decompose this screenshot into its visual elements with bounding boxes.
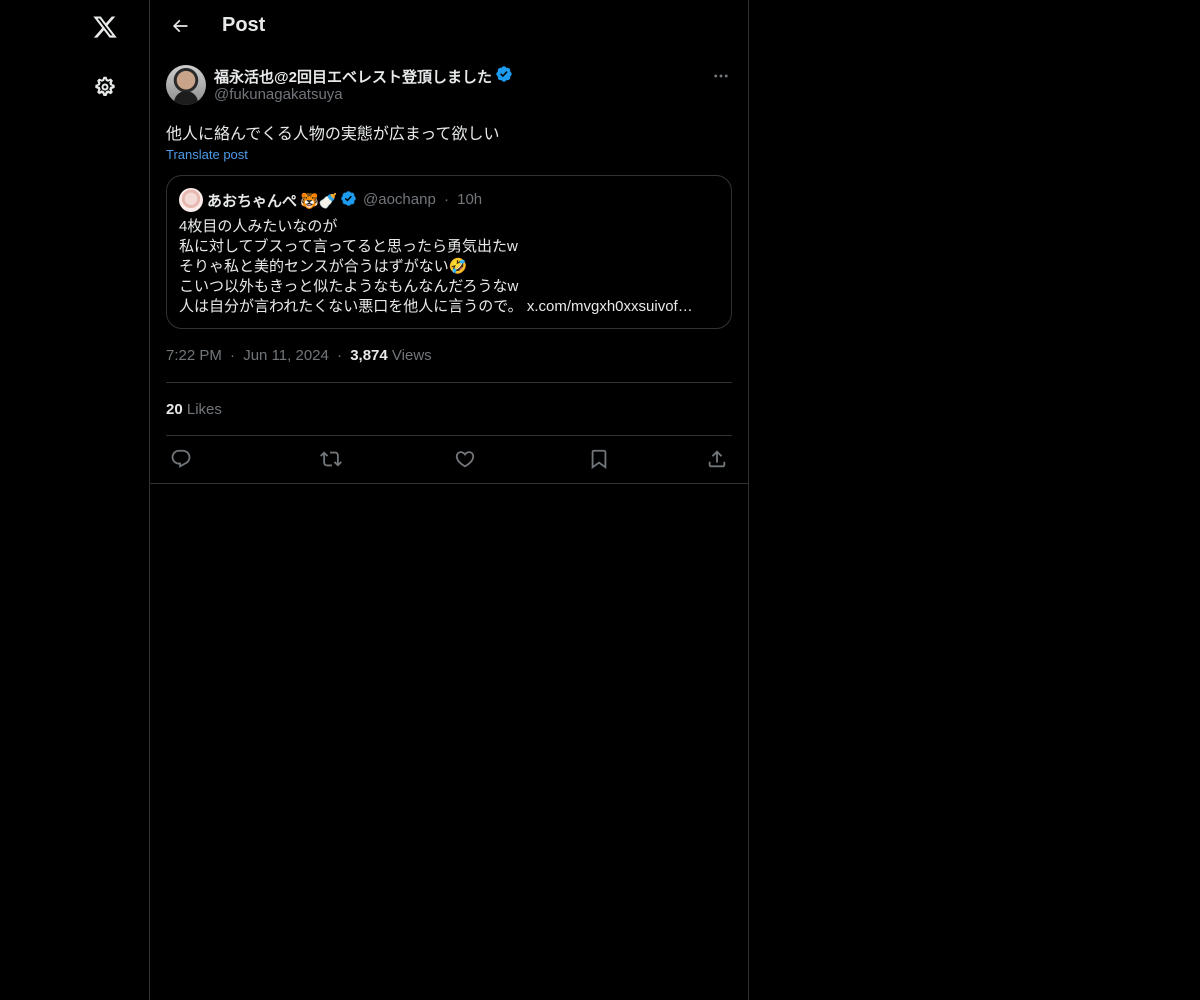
back-arrow-icon[interactable] — [162, 8, 198, 44]
quoted-text-line: 人は自分が言われたくない悪口を他人に言うので。 x.com/mvgxh0xxsu… — [179, 297, 719, 317]
separator-dot: · — [337, 347, 343, 364]
reply-icon[interactable] — [167, 447, 195, 471]
separator-dot: · — [443, 191, 449, 208]
quoted-author-name[interactable]: あおちゃんぺ 🐯🍼 — [207, 190, 357, 211]
quoted-link[interactable]: x.com/mvgxh0xxsuivof… — [527, 298, 693, 315]
quoted-author-handle: @aochanp — [363, 191, 436, 208]
author-name[interactable]: 福永活也@2回目エベレスト登頂しました — [214, 65, 513, 87]
post-date[interactable]: Jun 11, 2024 — [243, 347, 329, 364]
page-title: Post — [222, 14, 266, 36]
views-count: 3,874 — [350, 347, 388, 364]
quoted-avatar[interactable] — [179, 188, 203, 212]
bookmark-icon[interactable] — [585, 447, 613, 471]
divider — [150, 483, 748, 484]
quoted-post-text: 4枚目の人みたいなのが 私に対してブスって言ってると思ったら勇気出たw そりゃ私… — [179, 217, 719, 317]
likes-label: Likes — [186, 401, 222, 418]
separator-dot: · — [230, 347, 236, 364]
gear-icon[interactable] — [81, 63, 129, 111]
repost-icon[interactable] — [317, 447, 345, 471]
share-icon[interactable] — [703, 447, 731, 471]
post-detail-column: Post 福永活也@2回目エベレスト登頂しました @fukunagakatsuy… — [150, 0, 749, 1000]
quoted-author-name-text: あおちゃんぺ — [207, 193, 298, 210]
avatar[interactable] — [166, 65, 206, 105]
post-time[interactable]: 7:22 PM — [166, 347, 222, 364]
quoted-text-line: こいつ以外もきっと似たようなもんなんだろうなw — [179, 278, 519, 295]
quoted-text-line: 私に対してブスって言ってると思ったら勇気出たw — [179, 238, 518, 255]
quoted-text-line-5: 人は自分が言われたくない悪口を他人に言うので。 — [179, 298, 523, 315]
divider — [166, 382, 732, 383]
likes-stat[interactable]: 20 Likes — [166, 401, 222, 418]
x-logo-icon[interactable] — [81, 3, 129, 51]
divider — [166, 435, 732, 436]
author-name-text[interactable]: 福永活也@2回目エベレスト登頂しました — [214, 66, 492, 87]
quoted-post[interactable]: あおちゃんぺ 🐯🍼 @aochanp · 10h 4枚目の人みたいなのが 私に対… — [166, 175, 732, 329]
action-bar — [166, 447, 732, 471]
views-label: Views — [391, 347, 432, 364]
verified-badge-icon[interactable] — [495, 65, 513, 87]
heart-icon[interactable] — [451, 447, 479, 471]
left-navigation — [0, 0, 150, 1000]
quoted-post-age: 10h — [457, 191, 483, 208]
post-text: 他人に絡んでくる人物の実態が広まって欲しい — [166, 126, 500, 143]
verified-badge-icon — [340, 190, 357, 211]
more-horizontal-icon[interactable] — [710, 65, 732, 87]
translate-post-link[interactable]: Translate post — [166, 147, 248, 162]
likes-count: 20 — [166, 401, 183, 418]
quoted-text-line: そりゃ私と美的センスが合うはずがない🤣 — [179, 258, 468, 275]
page-header: Post — [150, 0, 748, 53]
quoted-author-emojis: 🐯🍼 — [300, 192, 338, 210]
quoted-meta: @aochanp · 10h — [363, 191, 482, 208]
author-handle[interactable]: @fukunagakatsuya — [214, 86, 343, 103]
quoted-text-line: 4枚目の人みたいなのが — [179, 218, 338, 235]
post-meta: 7:22 PM · Jun 11, 2024 · 3,874 Views — [166, 347, 432, 364]
